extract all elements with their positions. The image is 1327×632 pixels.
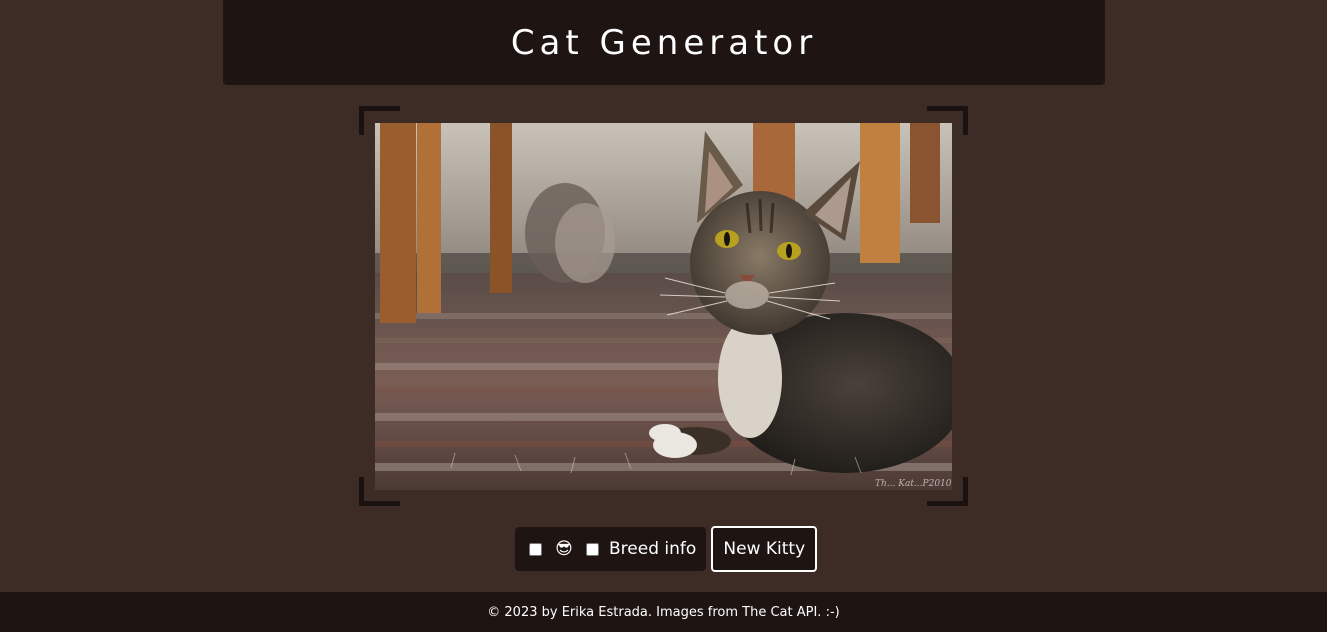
page-title: Cat Generator [510,22,818,63]
controls-bar: 😎 Breed info New Kitty [515,526,818,572]
new-kitty-button[interactable]: New Kitty [711,526,818,572]
breed-info-label: Breed info [609,539,697,559]
options-panel: 😎 Breed info [515,527,707,571]
page: Cat Generator Th... Kat...P2010 😎 Breed … [0,0,1327,632]
breed-info-checkbox[interactable] [586,542,599,556]
site-header: Cat Generator [223,0,1105,85]
image-frame: Th... Kat...P2010 [359,106,968,506]
footer-text: © 2023 by Erika Estrada. Images from The… [487,604,840,620]
cat-photo: Th... Kat...P2010 [375,123,952,490]
site-footer: © 2023 by Erika Estrada. Images from The… [0,592,1327,632]
photo-watermark: Th... Kat...P2010 [875,479,952,489]
emoji-checkbox[interactable] [529,542,542,556]
sunglasses-emoji-icon: 😎 [555,539,573,559]
